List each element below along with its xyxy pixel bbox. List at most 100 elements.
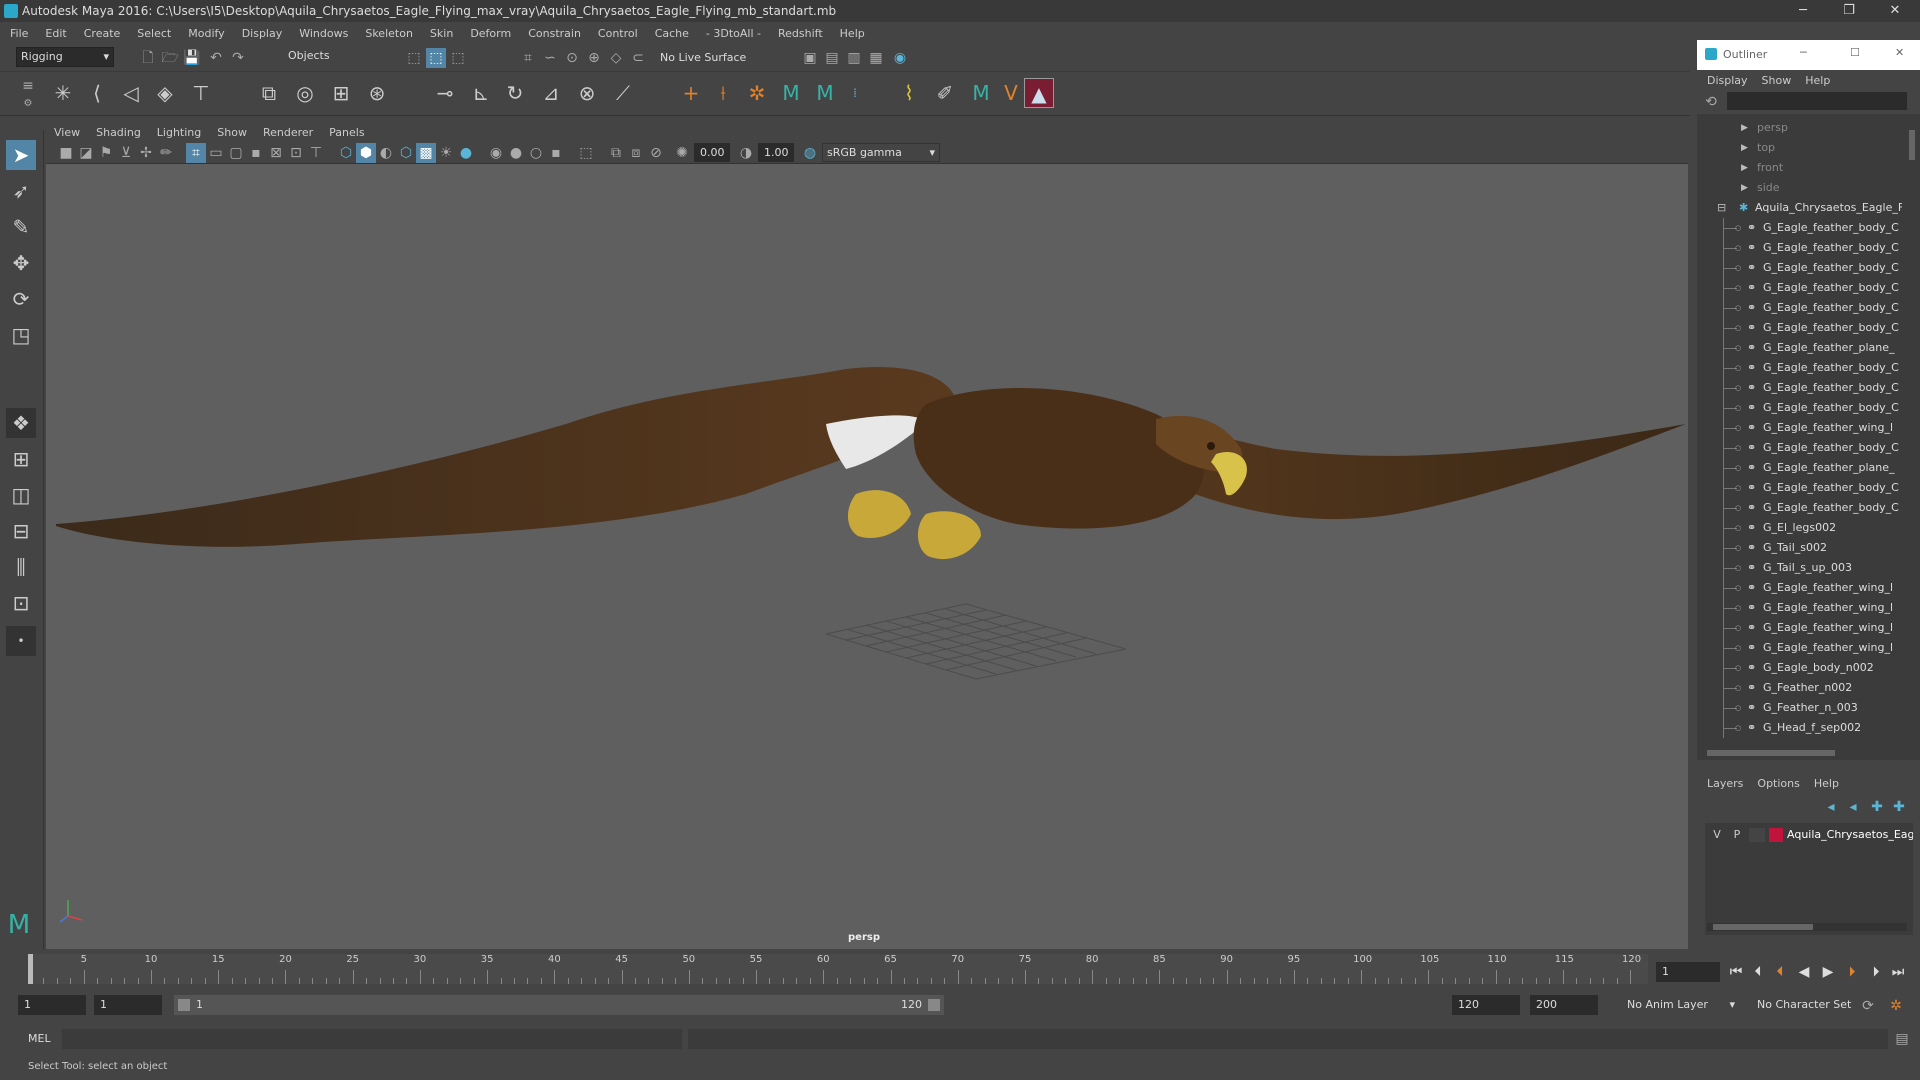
film-gate-icon[interactable]: ▭ (206, 143, 226, 163)
scale-tool-icon[interactable]: ◳ (6, 320, 36, 350)
shelf-menu-icon[interactable]: ≡ (18, 76, 38, 96)
undo-icon[interactable]: ↶ (206, 48, 226, 68)
outliner-item-row[interactable]: ○ ⚭ G_Eagle_body_n002 (1697, 658, 1902, 678)
outliner-item-row[interactable]: ○ ⚭ G_Feather_n_003 (1697, 698, 1902, 718)
grid-icon[interactable]: ⌗ (186, 143, 206, 163)
current-frame-field[interactable]: 1 (1656, 962, 1720, 982)
image-plane-icon[interactable]: ⊻ (116, 143, 136, 163)
menu-item-5[interactable]: Display (242, 27, 283, 40)
time-slider[interactable]: 1510152025303540455055606570758085909510… (0, 950, 1920, 990)
more-layouts-icon[interactable]: • (6, 626, 36, 656)
menu-item-6[interactable]: Windows (299, 27, 348, 40)
bookmark-icon[interactable]: ⚑ (96, 143, 116, 163)
outliner-minimize-button[interactable]: ─ (1800, 46, 1807, 59)
menu-item-12[interactable]: Cache (655, 27, 689, 40)
gate-mask-icon[interactable]: ▪ (246, 143, 266, 163)
outliner-item-row[interactable]: ○ ⚭ G_Eagle_feather_body_C (1697, 478, 1902, 498)
select-hierarchy-icon[interactable]: ⬚ (404, 48, 424, 68)
side-by-side-icon[interactable]: ◫ (6, 480, 36, 510)
shelf-gear-icon[interactable]: ⚙ (18, 94, 38, 114)
locator-constraint-icon[interactable]: ⟊ (708, 78, 738, 108)
menu-item-14[interactable]: Redshift (778, 27, 823, 40)
viewport-3d[interactable]: persp (46, 164, 1688, 949)
lights-icon[interactable]: ☀ (436, 143, 456, 163)
field-chart-icon[interactable]: ⊠ (266, 143, 286, 163)
safe-action-icon[interactable]: ⊡ (286, 143, 306, 163)
exposure-field[interactable]: 0.00 (694, 143, 730, 162)
outliner-item-row[interactable]: ○ ⚭ G_Eagle_feather_wing_l (1697, 578, 1902, 598)
outliner-close-button[interactable]: ✕ (1895, 46, 1904, 59)
layer-move-up-icon[interactable]: ◂ (1821, 797, 1841, 817)
motion-blur-icon[interactable]: ● (506, 143, 526, 163)
outliner-item-row[interactable]: ○ ⚭ G_Eagle_feather_body_C (1697, 318, 1902, 338)
range-slider-handle-start[interactable] (178, 999, 190, 1011)
animation-start-field[interactable]: 1 (18, 995, 86, 1015)
outliner-item-row[interactable]: ○ ⚭ G_Eagle_feather_body_C (1697, 498, 1902, 518)
outliner-item-row[interactable]: ○ ⚭ G_Eagle_feather_body_C (1697, 298, 1902, 318)
viewport-menu-item-2[interactable]: Lighting (157, 126, 201, 139)
outliner-item-row[interactable]: ○ ⚭ G_Eagle_feather_plane_ (1697, 458, 1902, 478)
new-layer-icon[interactable]: ✚ (1867, 797, 1887, 817)
wireframe-icon[interactable]: ⬡ (336, 143, 356, 163)
shader-ball-icon[interactable]: ▲ (1024, 78, 1054, 108)
ambient-occlusion-icon[interactable]: ◉ (486, 143, 506, 163)
outliner-camera-row[interactable]: ▶ front (1697, 158, 1902, 178)
hik-icon[interactable]: M (776, 78, 806, 108)
vscroll-thumb[interactable] (1909, 130, 1915, 160)
outliner-camera-row[interactable]: ▶ side (1697, 178, 1902, 198)
play-forward-icon[interactable]: ▶ (1818, 962, 1838, 982)
outliner-menu-item-1[interactable]: Show (1762, 74, 1792, 87)
default-material-icon[interactable]: ◐ (376, 143, 396, 163)
safe-title-icon[interactable]: ⊤ (306, 143, 326, 163)
hik-character-icon[interactable]: M (810, 78, 840, 108)
command-input[interactable] (62, 1029, 682, 1049)
layer-menu-item-0[interactable]: Layers (1707, 777, 1743, 790)
outliner-vscroll[interactable] (1907, 118, 1917, 748)
current-time-marker[interactable] (28, 954, 33, 984)
paint-tool-icon[interactable]: ✐ (930, 78, 960, 108)
outliner-menu-item-2[interactable]: Help (1805, 74, 1830, 87)
bind-skin-icon[interactable]: ⧉ (254, 78, 284, 108)
grease-pencil-icon[interactable]: ✏ (156, 143, 176, 163)
refresh-icon[interactable]: ⟲ (1701, 92, 1721, 112)
outliner-item-row[interactable]: ○ ⚭ G_Eagle_feather_plane_ (1697, 338, 1902, 358)
grid-tool-icon[interactable]: ⁞ (840, 78, 870, 108)
outliner-item-row[interactable]: ○ ⚭ G_Eagle_feather_body_C (1697, 398, 1902, 418)
view-transform-dropdown[interactable]: sRGB gamma ▾ (822, 143, 940, 162)
layer-playback-toggle[interactable]: P (1729, 828, 1745, 841)
menu-item-11[interactable]: Control (598, 27, 638, 40)
ik-spline-icon[interactable]: ◁ (116, 78, 146, 108)
four-view-icon[interactable]: ⊞ (6, 444, 36, 474)
scale-constraint-icon[interactable]: ⊿ (536, 78, 566, 108)
gamma-field[interactable]: 1.00 (758, 143, 794, 162)
menu-item-9[interactable]: Deform (470, 27, 511, 40)
auto-key-icon[interactable]: ⟳ (1858, 996, 1878, 1016)
xray-icon[interactable]: ⧉ (606, 143, 626, 163)
outliner-camera-row[interactable]: ▶ persp (1697, 118, 1902, 138)
go-to-end-icon[interactable]: ⏭ (1888, 962, 1908, 982)
anim-prefs-icon[interactable]: ✲ (1886, 996, 1906, 1016)
mudbox-icon[interactable]: M (966, 78, 996, 108)
parent-constraint-icon[interactable]: ⊸ (430, 78, 460, 108)
ipr-render-icon[interactable]: ▥ (844, 48, 864, 68)
collapse-icon[interactable]: ⊟ (1717, 198, 1726, 218)
menu-item-1[interactable]: Edit (45, 27, 66, 40)
playback-end-field[interactable]: 120 (1452, 995, 1520, 1015)
range-slider-handle-end[interactable] (928, 999, 940, 1011)
close-button[interactable]: ✕ (1872, 0, 1918, 22)
outliner-item-row[interactable]: ○ ⚭ G_Eagle_feather_wing_l (1697, 418, 1902, 438)
smooth-shade-icon[interactable]: ⬢ (356, 143, 376, 163)
joint-tool-icon[interactable]: ✳ (48, 78, 78, 108)
menu-item-0[interactable]: File (10, 27, 28, 40)
snap-view-icon[interactable]: ⊕ (584, 48, 604, 68)
render-view-icon[interactable]: ▣ (800, 48, 820, 68)
open-scene-icon[interactable]: 🗁 (160, 48, 180, 68)
outliner-item-row[interactable]: ○ ⚭ G_Eagle_feather_body_C (1697, 258, 1902, 278)
menu-item-4[interactable]: Modify (188, 27, 224, 40)
outliner-item-row[interactable]: ○ ⚭ G_Eagle_feather_wing_l (1697, 638, 1902, 658)
menu-item-10[interactable]: Constrain (528, 27, 581, 40)
select-component-icon[interactable]: ⬚ (448, 48, 468, 68)
script-language-label[interactable]: MEL (28, 1032, 51, 1045)
lattice-icon[interactable]: ⊞ (326, 78, 356, 108)
smooth-skin-icon[interactable]: ◎ (290, 78, 320, 108)
